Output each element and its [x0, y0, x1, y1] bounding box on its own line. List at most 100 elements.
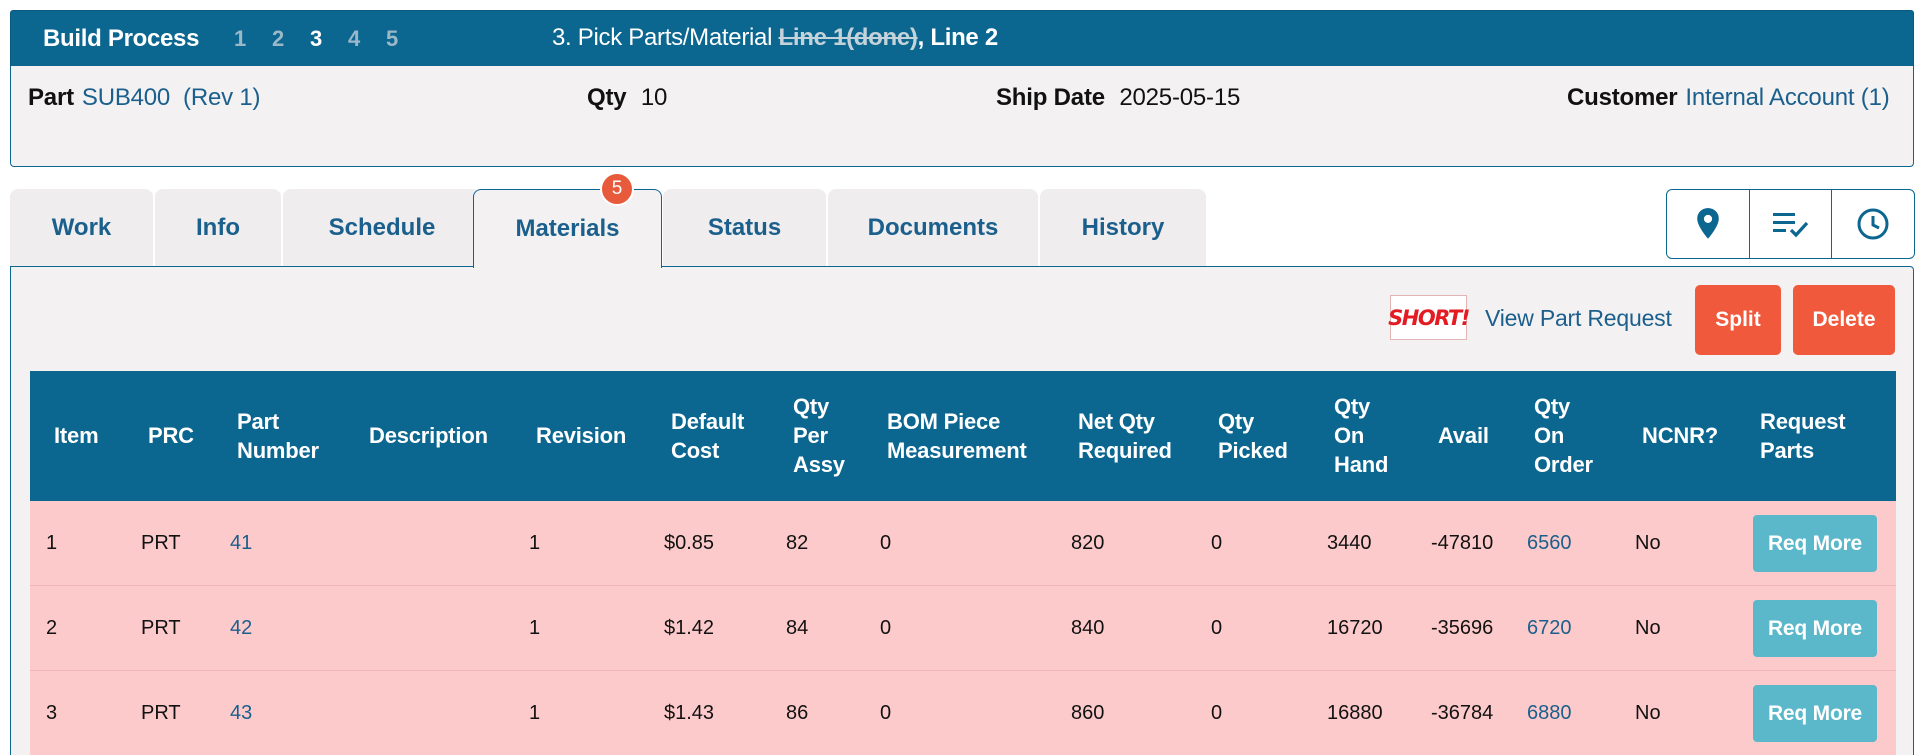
tab-status[interactable]: Status — [663, 189, 826, 266]
cell-net-qty-required: 860 — [1071, 702, 1105, 724]
history-clock-button[interactable] — [1831, 190, 1914, 258]
icon-button-group — [1666, 189, 1915, 259]
step-5-link[interactable]: 5 — [373, 26, 411, 52]
header-item: Item — [54, 423, 99, 448]
req-more-button[interactable]: Req More — [1753, 515, 1877, 572]
delete-button[interactable]: Delete — [1793, 285, 1895, 355]
location-button[interactable] — [1667, 190, 1749, 258]
materials-table: Item PRC Part Number Description Revision… — [30, 371, 1896, 755]
header-part-number: Part Number — [237, 409, 319, 463]
header-qty-picked: Qty Picked — [1218, 409, 1288, 463]
cell-qty-on-hand: 3440 — [1327, 532, 1372, 554]
clock-icon — [1857, 208, 1889, 240]
cell-bom-piece: 0 — [880, 702, 892, 724]
split-button[interactable]: Split — [1695, 285, 1781, 355]
header-request-parts: Request Parts — [1760, 409, 1846, 463]
cell-bom-piece: 0 — [880, 617, 892, 639]
cell-item: 2 — [46, 617, 58, 639]
req-more-button[interactable]: Req More — [1753, 600, 1877, 657]
cell-qty-picked: 0 — [1211, 702, 1223, 724]
step-1-link[interactable]: 1 — [221, 26, 259, 52]
current-line-label: Line 2 — [930, 24, 998, 51]
cell-qty-per-assy: 84 — [786, 617, 809, 639]
header-qty-on-order: Qty On Order — [1534, 394, 1593, 477]
step-3-link[interactable]: 3 — [297, 26, 335, 52]
cell-qty-picked: 0 — [1211, 617, 1223, 639]
cell-item: 1 — [46, 532, 58, 554]
cell-qty-on-order-link[interactable]: 6720 — [1527, 617, 1572, 640]
header-description: Description — [369, 423, 488, 448]
step-desc-separator: , — [917, 24, 931, 51]
tab-documents[interactable]: Documents — [828, 189, 1038, 266]
cell-avail: -47810 — [1431, 532, 1494, 554]
qty-label: Qty — [587, 84, 627, 111]
cell-bom-piece: 0 — [880, 532, 892, 554]
req-more-button[interactable]: Req More — [1753, 685, 1877, 742]
ship-date-label: Ship Date — [996, 84, 1105, 111]
build-process-title: Build Process — [43, 24, 200, 52]
cell-prc: PRT — [141, 617, 181, 639]
checklist-icon — [1772, 213, 1808, 238]
part-link[interactable]: SUB400 — [82, 84, 170, 111]
header-default-cost: Default Cost — [671, 409, 745, 463]
tab-schedule[interactable]: Schedule — [283, 189, 481, 266]
header-ncnr: NCNR? — [1642, 423, 1718, 448]
cell-default-cost: $1.43 — [664, 702, 715, 724]
tab-work[interactable]: Work — [10, 189, 153, 266]
header-qty-per-assy: Qty Per Assy — [793, 394, 845, 477]
cell-revision: 1 — [529, 702, 541, 724]
done-line-label: Line 1(done) — [778, 24, 918, 51]
cell-qty-on-hand: 16880 — [1327, 702, 1383, 724]
header-revision: Revision — [536, 423, 627, 448]
qty-field: Qty 10 — [587, 84, 667, 112]
cell-part-number-link[interactable]: 41 — [230, 532, 252, 555]
customer-link[interactable]: Internal Account (1) — [1685, 84, 1889, 111]
customer-label: Customer — [1567, 84, 1678, 111]
cell-ncnr: No — [1635, 532, 1661, 554]
tab-materials[interactable]: Materials — [473, 189, 662, 268]
header-bom-piece-measurement: BOM Piece Measurement — [887, 409, 1027, 463]
cell-net-qty-required: 840 — [1071, 617, 1105, 639]
customer-field: Customer Internal Account (1) — [1567, 84, 1890, 112]
location-icon — [1697, 208, 1719, 239]
checklist-button[interactable] — [1748, 190, 1832, 258]
qty-value: 10 — [640, 84, 668, 111]
part-label: Part — [28, 84, 74, 111]
ship-date-field: Ship Date 2025-05-15 — [996, 84, 1240, 112]
cell-default-cost: $1.42 — [664, 617, 715, 639]
cell-qty-picked: 0 — [1211, 532, 1223, 554]
job-info-bar: Part SUB400 (Rev 1) Qty 10 Ship Date 2025… — [10, 66, 1914, 167]
materials-count-badge: 5 — [600, 172, 634, 206]
cell-prc: PRT — [141, 532, 181, 554]
step-description: 3. Pick Parts/Material Line 1(done), Lin… — [552, 24, 998, 52]
cell-qty-on-hand: 16720 — [1327, 617, 1383, 639]
cell-part-number-link[interactable]: 43 — [230, 702, 252, 725]
step-2-link[interactable]: 2 — [259, 26, 297, 52]
cell-ncnr: No — [1635, 617, 1661, 639]
header-prc: PRC — [148, 423, 194, 448]
cell-default-cost: $0.85 — [664, 532, 715, 554]
view-part-request-link[interactable]: View Part Request — [1485, 305, 1672, 332]
cell-revision: 1 — [529, 532, 541, 554]
table-row: 1 PRT 41 1 $0.85 82 0 820 0 3440 -47810 … — [30, 501, 1896, 586]
cell-avail: -35696 — [1431, 617, 1494, 639]
table-row: 3 PRT 43 1 $1.43 86 0 860 0 16880 -36784… — [30, 671, 1896, 755]
cell-revision: 1 — [529, 617, 541, 639]
part-rev-link[interactable]: (Rev 1) — [183, 84, 260, 111]
cell-item: 3 — [46, 702, 58, 724]
cell-qty-per-assy: 86 — [786, 702, 809, 724]
cell-ncnr: No — [1635, 702, 1661, 724]
cell-qty-on-order-link[interactable]: 6880 — [1527, 702, 1572, 725]
cell-net-qty-required: 820 — [1071, 532, 1105, 554]
table-row: 2 PRT 42 1 $1.42 84 0 840 0 16720 -35696… — [30, 586, 1896, 671]
cell-part-number-link[interactable]: 42 — [230, 617, 252, 640]
step-4-link[interactable]: 4 — [335, 26, 373, 52]
tab-history[interactable]: History — [1040, 189, 1206, 266]
cell-qty-on-order-link[interactable]: 6560 — [1527, 532, 1572, 555]
step-desc-prefix: 3. Pick Parts/Material — [552, 24, 779, 51]
table-header: Item PRC Part Number Description Revision… — [30, 371, 1896, 501]
ship-date-value: 2025-05-15 — [1119, 84, 1241, 111]
part-field: Part SUB400 (Rev 1) — [28, 84, 261, 112]
header-qty-on-hand: Qty On Hand — [1334, 394, 1389, 477]
tab-info[interactable]: Info — [155, 189, 281, 266]
